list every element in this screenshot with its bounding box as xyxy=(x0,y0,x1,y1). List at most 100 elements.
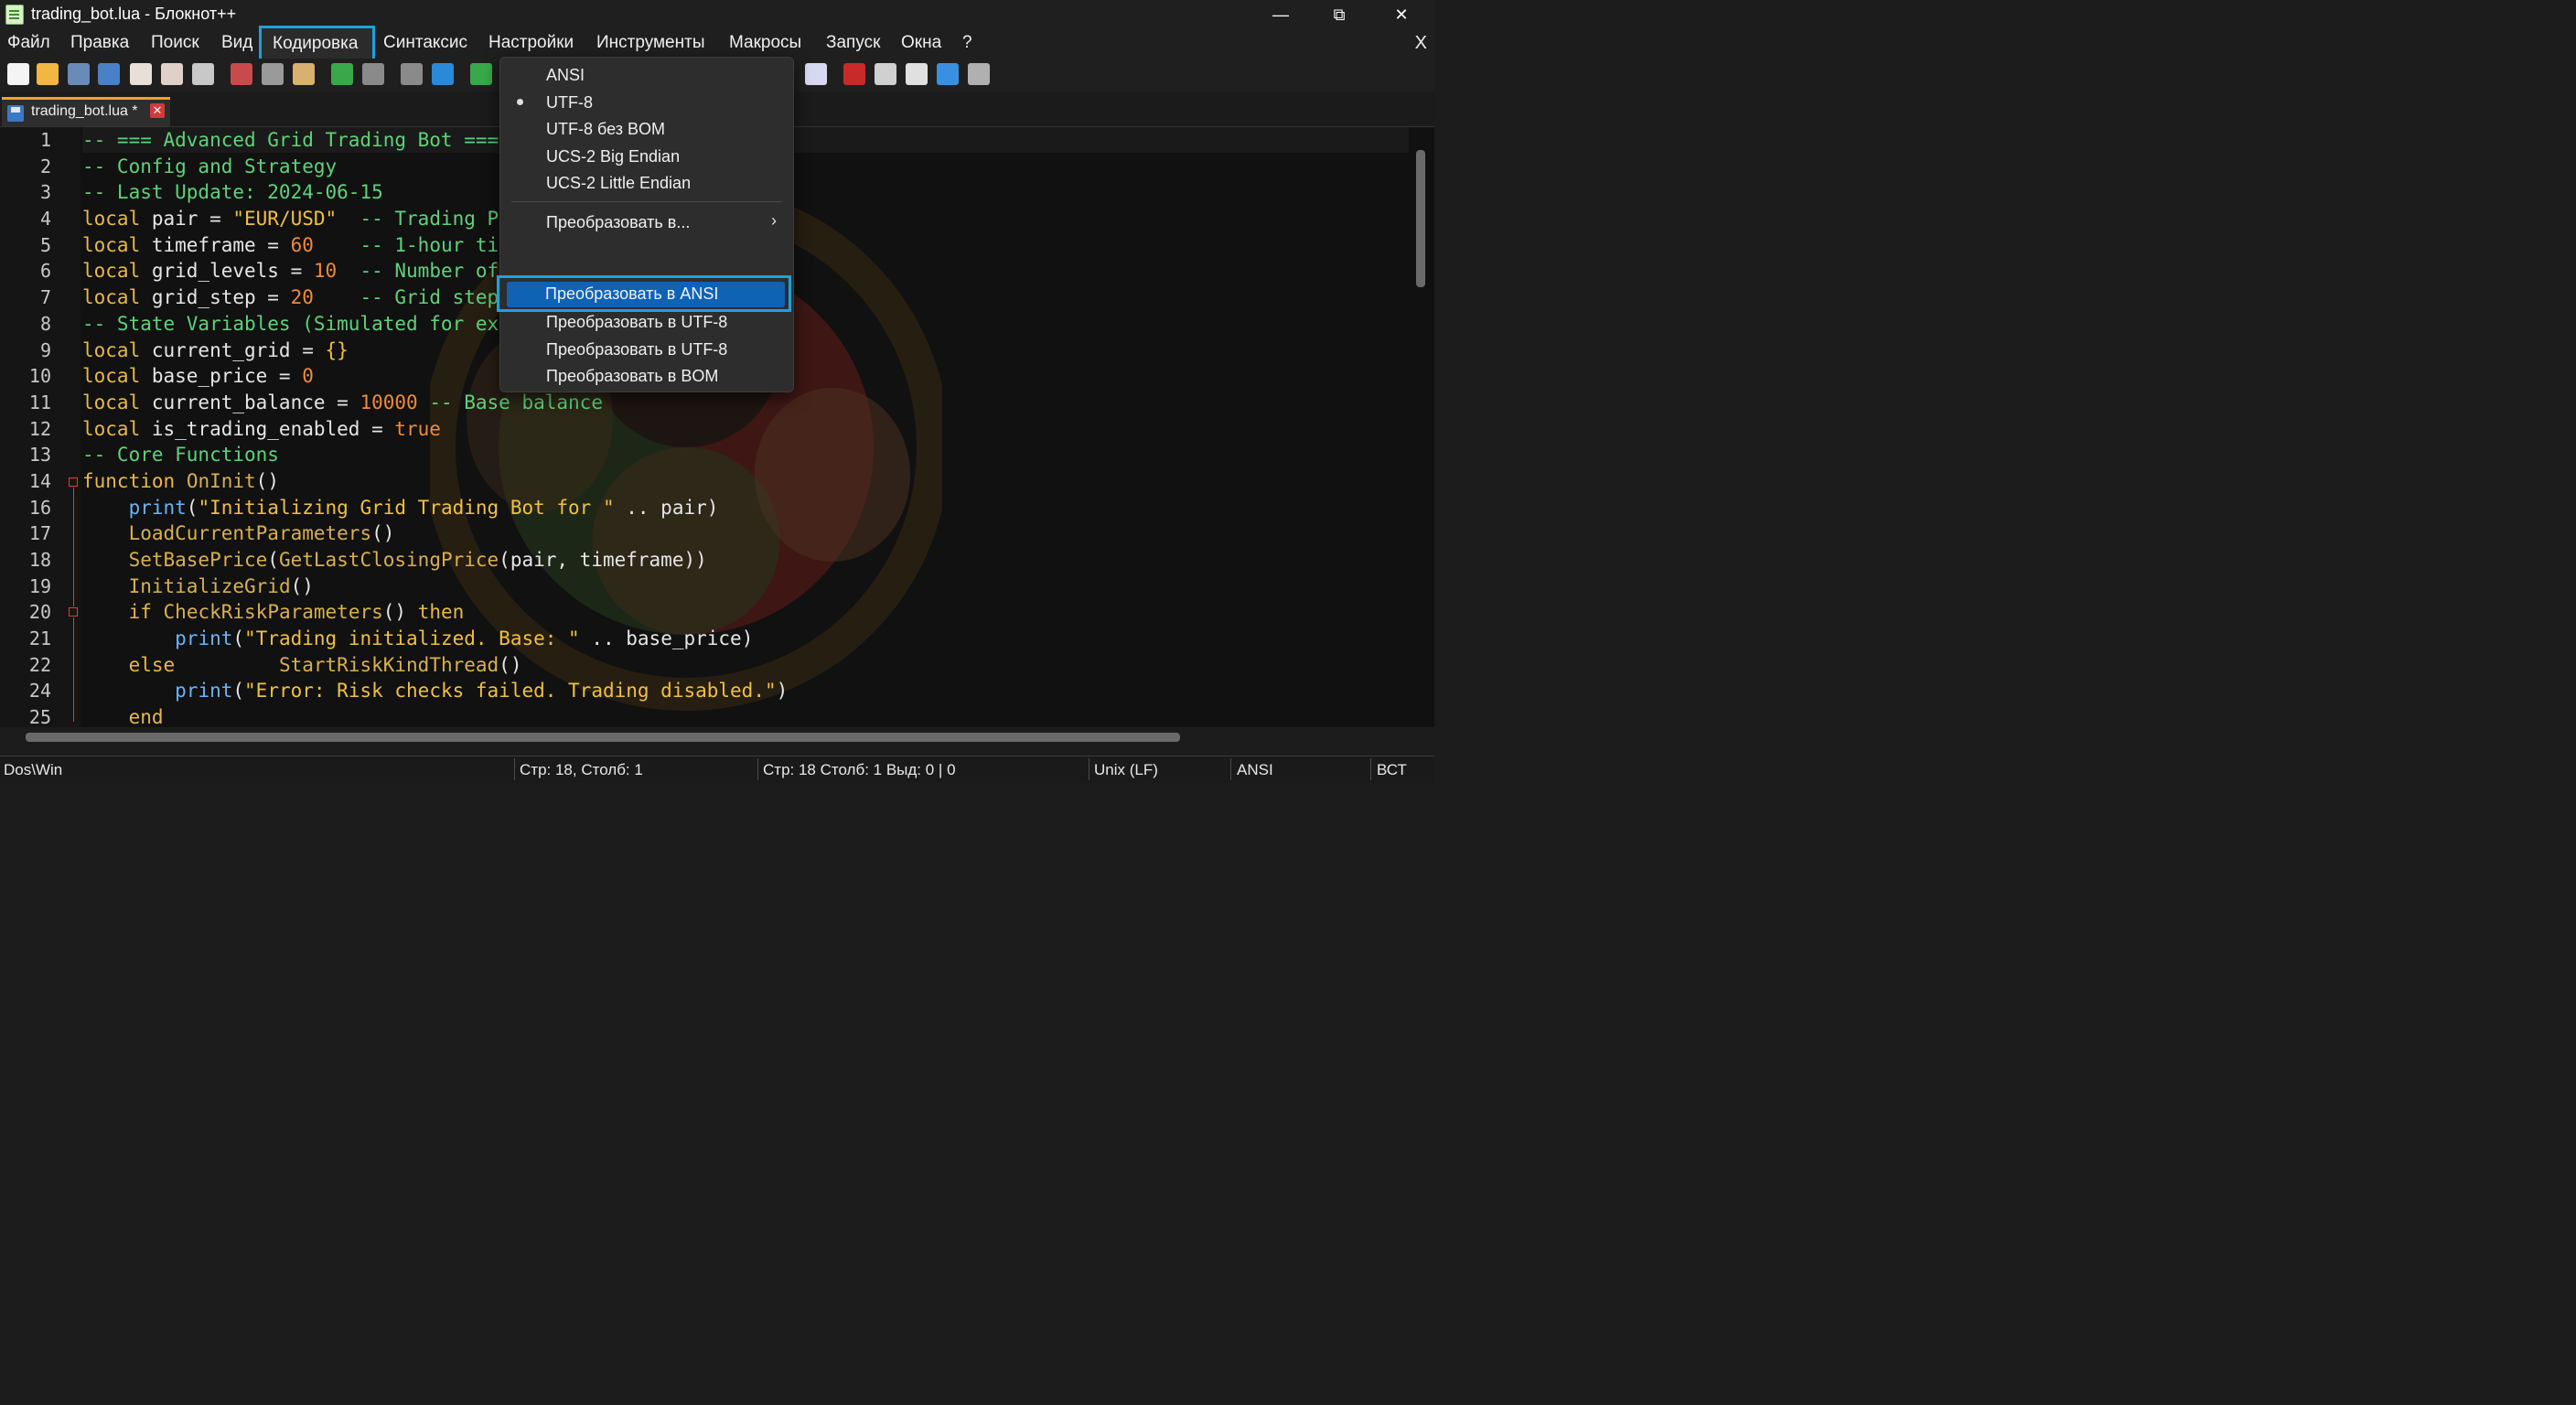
vertical-scrollbar[interactable] xyxy=(1416,150,1425,287)
code-line[interactable]: LoadCurrentParameters() xyxy=(82,520,1412,547)
line-numbers: 1 2 3 4 5 6 7 8 9 10 11 12 13 14 16 17 18 19 20 21 22 24 25 xyxy=(0,127,51,727)
code-line[interactable]: end xyxy=(82,704,1412,727)
convert-to-utf8-alt[interactable]: Преобразовать в UTF-8 xyxy=(546,340,727,359)
menu-tools[interactable]: Инструменты xyxy=(596,33,704,55)
code-line[interactable]: print("Initializing Grid Trading Bot for… xyxy=(82,495,1412,521)
save-all-icon[interactable] xyxy=(98,63,120,85)
horizontal-scrollbar-thumb[interactable] xyxy=(26,733,1180,742)
open-file-icon[interactable] xyxy=(37,63,59,85)
paste-icon[interactable] xyxy=(293,63,315,85)
status-line-ending: Unix (LF) xyxy=(1094,761,1158,778)
code-line[interactable]: print("Error: Risk checks failed. Tradin… xyxy=(82,678,1412,704)
code-line[interactable]: print("Trading initialized. Base: " .. b… xyxy=(82,626,1412,652)
horizontal-scrollbar[interactable] xyxy=(0,727,1434,747)
encoding-utf8-no-bom[interactable]: UTF-8 без BOM xyxy=(546,120,665,139)
fold-marker-function[interactable] xyxy=(69,477,78,487)
zoom-icon[interactable] xyxy=(470,63,492,85)
stop-macro-icon[interactable] xyxy=(875,63,896,85)
restore-button[interactable]: ⧉ xyxy=(1310,0,1368,29)
status-insert-mode: ВСТ xyxy=(1377,761,1407,778)
code-token: print xyxy=(175,680,233,702)
save-macro-icon[interactable] xyxy=(968,63,990,85)
code-token: ( xyxy=(186,496,199,519)
redo-icon[interactable] xyxy=(362,63,384,85)
find-icon[interactable] xyxy=(401,63,423,85)
convert-to-submenu[interactable]: Преобразовать в... xyxy=(546,213,690,232)
code-token: .. base_price) xyxy=(579,627,754,650)
convert-to-utf8[interactable]: Преобразовать в UTF-8 xyxy=(546,313,727,332)
play-macro-icon[interactable] xyxy=(906,63,928,85)
code-line[interactable]: local is_trading_enabled = true xyxy=(82,416,1412,443)
menu-syntax[interactable]: Синтаксис xyxy=(383,33,467,55)
code-token: ) xyxy=(776,680,789,702)
menu-view[interactable]: Вид xyxy=(221,33,252,55)
tab-trading-bot[interactable]: trading_bot.lua * ✕ xyxy=(2,97,170,126)
code-token: LoadCurrentParameters xyxy=(128,522,372,545)
code-token: 20 xyxy=(290,286,314,309)
menu-file[interactable]: Файл xyxy=(7,33,50,55)
code-token: "Trading initialized. Base: " xyxy=(244,627,580,650)
line-number: 8 xyxy=(39,312,51,335)
notepad-app-icon xyxy=(5,5,24,25)
run-macro-icon[interactable] xyxy=(937,63,959,85)
code-line[interactable]: -- Core Functions xyxy=(82,442,1412,468)
close-window-button[interactable]: ✕ xyxy=(1372,0,1431,29)
tab-close-icon[interactable]: ✕ xyxy=(150,103,165,118)
convert-to-ansi[interactable]: Преобразовать в ANSI xyxy=(545,284,718,304)
replace-icon[interactable] xyxy=(432,63,454,85)
encoding-ansi[interactable]: ANSI xyxy=(546,66,585,85)
menu-settings[interactable]: Настройки xyxy=(488,33,574,55)
code-token: is_trading_enabled = xyxy=(140,417,395,440)
code-line[interactable]: local current_balance = 10000 -- Base ba… xyxy=(82,390,1412,416)
code-token: () xyxy=(499,653,522,676)
menu-edit[interactable]: Правка xyxy=(70,33,129,55)
code-line[interactable]: SetBasePrice(GetLastClosingPrice(pair, t… xyxy=(82,547,1412,574)
code-token: timeframe = xyxy=(140,233,291,256)
menu-encoding-highlight[interactable]: Кодировка xyxy=(259,26,375,61)
line-number: 17 xyxy=(28,522,51,545)
menu-help[interactable]: ? xyxy=(962,33,972,55)
new-file-icon[interactable] xyxy=(7,63,29,85)
line-number: 20 xyxy=(28,601,51,624)
record-macro-icon[interactable] xyxy=(843,63,865,85)
menu-search[interactable]: Поиск xyxy=(151,33,199,55)
code-token: CheckRiskParameters xyxy=(163,601,383,624)
copy-icon[interactable] xyxy=(262,63,284,85)
save-icon[interactable] xyxy=(68,63,90,85)
menu-close-document-button[interactable]: X xyxy=(1415,33,1427,54)
status-divider xyxy=(1370,758,1371,780)
print-icon[interactable] xyxy=(192,63,214,85)
encoding-ucs2-be[interactable]: UCS-2 Big Endian xyxy=(546,147,680,166)
menu-windows[interactable]: Окна xyxy=(901,33,941,55)
fold-marker-if[interactable] xyxy=(69,607,78,617)
close-all-icon[interactable] xyxy=(161,63,183,85)
code-token: () xyxy=(371,522,395,545)
code-line[interactable]: InitializeGrid() xyxy=(82,574,1412,600)
line-number: 24 xyxy=(28,680,51,702)
code-token: print xyxy=(128,496,187,519)
unsaved-disk-icon xyxy=(7,105,24,122)
view-icon[interactable] xyxy=(805,63,827,85)
menu-macros[interactable]: Макросы xyxy=(729,33,801,55)
encoding-utf8[interactable]: UTF-8 xyxy=(546,93,593,113)
undo-icon[interactable] xyxy=(331,63,353,85)
line-number: 9 xyxy=(39,338,51,361)
code-line[interactable]: if CheckRiskParameters() then xyxy=(82,599,1412,626)
code-line[interactable]: else StartRiskKindThread() xyxy=(82,652,1412,679)
status-position-1: Стр: 18, Столб: 1 xyxy=(520,761,643,778)
menu-encoding[interactable]: Кодировка xyxy=(273,34,358,56)
encoding-ucs2-le[interactable]: UCS-2 Little Endian xyxy=(546,174,691,193)
code-token: "Error: Risk checks failed. Trading disa… xyxy=(244,680,777,702)
cut-icon[interactable] xyxy=(231,63,252,85)
convert-to-ansi-highlight[interactable]: Преобразовать в ANSI xyxy=(497,275,791,312)
code-line[interactable]: function OnInit() xyxy=(82,468,1412,495)
menu-run[interactable]: Запуск xyxy=(826,33,880,55)
convert-to-bom[interactable]: Преобразовать в BOM xyxy=(546,367,718,386)
minimize-button[interactable]: — xyxy=(1251,0,1310,29)
line-number: 18 xyxy=(28,549,51,571)
close-icon[interactable] xyxy=(130,63,152,85)
